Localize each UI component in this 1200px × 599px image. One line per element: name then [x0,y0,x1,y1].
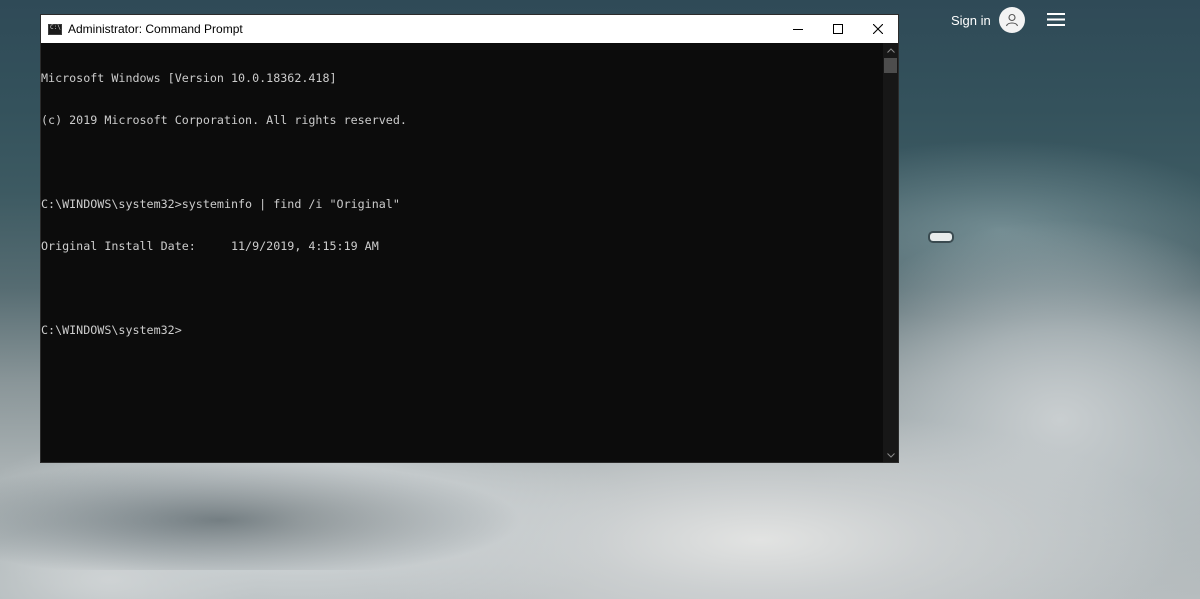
console-line: C:\WINDOWS\system32>systeminfo | find /i… [41,197,400,211]
scroll-down-arrow-icon[interactable] [883,448,898,462]
command-prompt-window[interactable]: Administrator: Command Prompt Microsoft … [40,14,899,463]
scroll-up-arrow-icon[interactable] [883,43,898,57]
console-line: (c) 2019 Microsoft Corporation. All righ… [41,113,407,127]
console-prompt-line: C:\WINDOWS\system32> [41,323,182,337]
scrollbar-thumb[interactable] [884,58,897,73]
hamburger-menu-icon[interactable] [1046,12,1066,27]
maximize-button[interactable] [818,15,858,43]
console-line: Original Install Date: 11/9/2019, 4:15:1… [41,239,379,253]
desktop-background-wave [0,460,600,570]
vertical-scrollbar[interactable] [883,43,898,462]
console-line: Microsoft Windows [Version 10.0.18362.41… [41,71,337,85]
close-button[interactable] [858,15,898,43]
cmd-icon [48,23,62,35]
maximize-icon [833,24,843,34]
minimize-icon [793,29,803,30]
console-output[interactable]: Microsoft Windows [Version 10.0.18362.41… [41,43,883,462]
window-titlebar[interactable]: Administrator: Command Prompt [41,15,898,43]
sign-in-button[interactable]: Sign in [951,7,1025,33]
user-icon [998,7,1025,33]
desktop-background-surfer [930,233,952,241]
close-icon [873,24,883,34]
window-controls [778,15,898,43]
sign-in-label: Sign in [951,12,991,28]
minimize-button[interactable] [778,15,818,43]
window-title: Administrator: Command Prompt [68,22,243,36]
